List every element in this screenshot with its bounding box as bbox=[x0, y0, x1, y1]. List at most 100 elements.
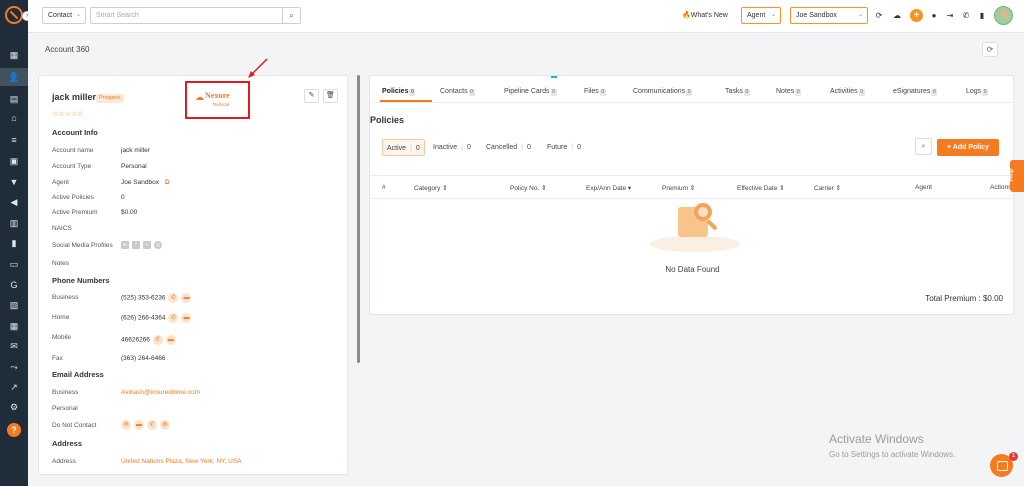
tab-logs[interactable]: Logs 0 bbox=[966, 88, 989, 96]
column-header[interactable]: Effective Date ⇕ bbox=[737, 184, 785, 192]
section-email: Email Address bbox=[52, 370, 104, 379]
policies-table-header: # Category ⇕ Policy No. ⇕ Exp/Ann Date ▾… bbox=[370, 175, 1015, 199]
empty-state-text: No Data Found bbox=[665, 265, 720, 274]
tab-notes[interactable]: Notes 0 bbox=[776, 88, 802, 96]
sms-icon[interactable]: ▬ bbox=[134, 420, 144, 430]
call-icon[interactable]: ✆ bbox=[147, 420, 157, 430]
nav-mail-icon[interactable]: ✉ bbox=[8, 341, 20, 351]
column-header[interactable]: Premium ⇕ bbox=[662, 184, 695, 192]
vertical-scrollbar[interactable] bbox=[357, 75, 360, 363]
twitter-icon[interactable]: t bbox=[143, 241, 151, 249]
tab-label: Logs bbox=[966, 88, 982, 95]
nav-folder-icon[interactable]: ▭ bbox=[8, 259, 20, 269]
globe-icon[interactable]: ◎ bbox=[154, 241, 162, 249]
sync-icon[interactable]: ⟳ bbox=[874, 11, 884, 21]
sms-icon[interactable]: ▬ bbox=[181, 313, 192, 323]
help-tab[interactable]: Help bbox=[1008, 160, 1024, 192]
filter-cancelled[interactable]: Cancelled | 0 bbox=[486, 139, 531, 156]
tab-communications[interactable]: Communications 0 bbox=[633, 88, 693, 96]
nav-bank-icon[interactable]: ⌂ bbox=[8, 113, 20, 123]
tab-activities[interactable]: Activities 0 bbox=[830, 88, 865, 96]
search-icon[interactable]: ⌕ bbox=[915, 138, 932, 155]
add-policy-button[interactable]: + Add Policy bbox=[937, 139, 999, 156]
nav-list-icon[interactable]: ≡ bbox=[8, 135, 20, 145]
tab-count: 0 bbox=[931, 89, 938, 96]
call-icon[interactable]: ✆ bbox=[152, 335, 163, 345]
quick-add-button[interactable]: + bbox=[910, 9, 923, 22]
call-icon[interactable]: ✆ bbox=[168, 313, 179, 323]
nav-contacts-icon[interactable]: 👤 bbox=[0, 68, 28, 86]
tab-esignatures[interactable]: eSignatures 0 bbox=[893, 88, 938, 96]
tab-label: Activities bbox=[830, 88, 858, 95]
nav-chart-icon[interactable]: ▮ bbox=[8, 238, 20, 248]
field-label: NAICS bbox=[52, 225, 72, 232]
logout-icon[interactable]: ⇥ bbox=[945, 11, 955, 21]
settings-icon[interactable]: ⚙ bbox=[160, 420, 170, 430]
tab-policies[interactable]: Policies 0 bbox=[382, 88, 416, 96]
app-logo-icon[interactable] bbox=[5, 6, 23, 24]
field-label: Account name bbox=[52, 147, 94, 154]
phone-icon[interactable]: ✆ bbox=[961, 11, 971, 21]
sms-icon[interactable]: ▬ bbox=[165, 335, 176, 345]
filter-future[interactable]: Future | 0 bbox=[547, 139, 581, 156]
nav-dashboard-icon[interactable]: ▦ bbox=[8, 50, 20, 60]
section-address: Address bbox=[52, 439, 83, 448]
calculator-icon[interactable]: ▮ bbox=[977, 11, 987, 21]
nav-calendar-icon[interactable]: ▦ bbox=[8, 321, 20, 331]
scope-select[interactable]: Contact ⌄ bbox=[42, 7, 86, 24]
user-avatar[interactable] bbox=[994, 6, 1013, 25]
email-label: Business bbox=[52, 389, 79, 396]
facebook-icon[interactable]: f bbox=[132, 241, 140, 249]
nav-report-icon[interactable]: ▥ bbox=[8, 218, 20, 228]
refresh-icon[interactable]: ⟳ bbox=[982, 42, 998, 57]
sms-icon[interactable]: ▬ bbox=[181, 293, 192, 303]
email-icon[interactable]: ✉ bbox=[121, 420, 131, 430]
copy-icon[interactable]: ⧉ bbox=[165, 179, 170, 186]
nav-help-icon[interactable]: ? bbox=[7, 423, 21, 437]
field-label: Agent bbox=[52, 179, 69, 186]
tab-files[interactable]: Files 0 bbox=[584, 88, 606, 96]
column-header[interactable]: Carrier ⇕ bbox=[814, 184, 841, 192]
email-business-link[interactable]: Avinash@insuredmine.com bbox=[121, 389, 200, 396]
tab-pipeline-cards[interactable]: Pipeline Cards 0 bbox=[504, 88, 557, 96]
nav-id-card-icon[interactable]: ▣ bbox=[8, 156, 20, 166]
tab-contacts[interactable]: Contacts 0 bbox=[440, 88, 475, 96]
status-badge: Prospect bbox=[96, 94, 124, 103]
filter-count: 0 bbox=[415, 145, 420, 152]
filter-active[interactable]: Active | 0 bbox=[382, 139, 425, 156]
column-header[interactable]: Category ⇕ bbox=[414, 184, 448, 192]
nav-workflow-icon[interactable]: ⤳ bbox=[8, 362, 20, 372]
column-header[interactable]: Policy No. ⇕ bbox=[510, 184, 547, 192]
call-icon[interactable]: ✆ bbox=[168, 293, 179, 303]
help-label: Help bbox=[1008, 168, 1015, 182]
address-link[interactable]: United Nations Plaza, New York, NY, USA bbox=[121, 458, 242, 465]
annotation-arrow bbox=[248, 58, 268, 78]
search-icon[interactable]: ⌕ bbox=[282, 7, 301, 24]
nav-megaphone-icon[interactable]: ◀ bbox=[8, 197, 20, 207]
nav-documents-icon[interactable]: ▤ bbox=[8, 94, 20, 104]
phone-value: (525) 353-6236 bbox=[121, 294, 166, 302]
linkedin-icon[interactable]: in bbox=[121, 241, 129, 249]
nav-google-icon[interactable]: G bbox=[8, 280, 20, 290]
delete-button[interactable]: 🗑 bbox=[323, 89, 338, 103]
filter-label: Inactive bbox=[433, 144, 458, 151]
tab-tasks[interactable]: Tasks 0 bbox=[725, 88, 750, 96]
nav-board-icon[interactable]: ▧ bbox=[8, 300, 20, 310]
logo-text: Nexure bbox=[205, 91, 230, 100]
cloud-icon[interactable]: ☁ bbox=[892, 11, 902, 21]
logo-subtext: Re/local bbox=[213, 102, 230, 107]
role-select[interactable]: Agent ⌄ bbox=[741, 7, 781, 24]
filter-inactive[interactable]: Inactive | 0 bbox=[433, 139, 471, 156]
smart-search-input[interactable]: Smart Search bbox=[90, 7, 286, 24]
nav-funnel-icon[interactable]: ▼ bbox=[8, 177, 20, 187]
rating-stars[interactable]: ☆☆☆☆☆ bbox=[52, 110, 83, 118]
phone-value: (363) 264-6466 bbox=[121, 355, 166, 362]
nav-settings-icon[interactable]: ⚙ bbox=[8, 402, 20, 412]
user-select[interactable]: Joe Sandbox ⌄ bbox=[790, 7, 868, 24]
edit-button[interactable]: ✎ bbox=[304, 89, 319, 103]
tab-count: 0 bbox=[686, 89, 693, 96]
nav-analytics-icon[interactable]: ↗ bbox=[8, 382, 20, 392]
whats-new-link[interactable]: 🔥What's New bbox=[682, 11, 728, 19]
column-header[interactable]: Exp/Ann Date ▾ bbox=[586, 184, 631, 192]
bell-icon[interactable]: ● bbox=[929, 11, 939, 21]
